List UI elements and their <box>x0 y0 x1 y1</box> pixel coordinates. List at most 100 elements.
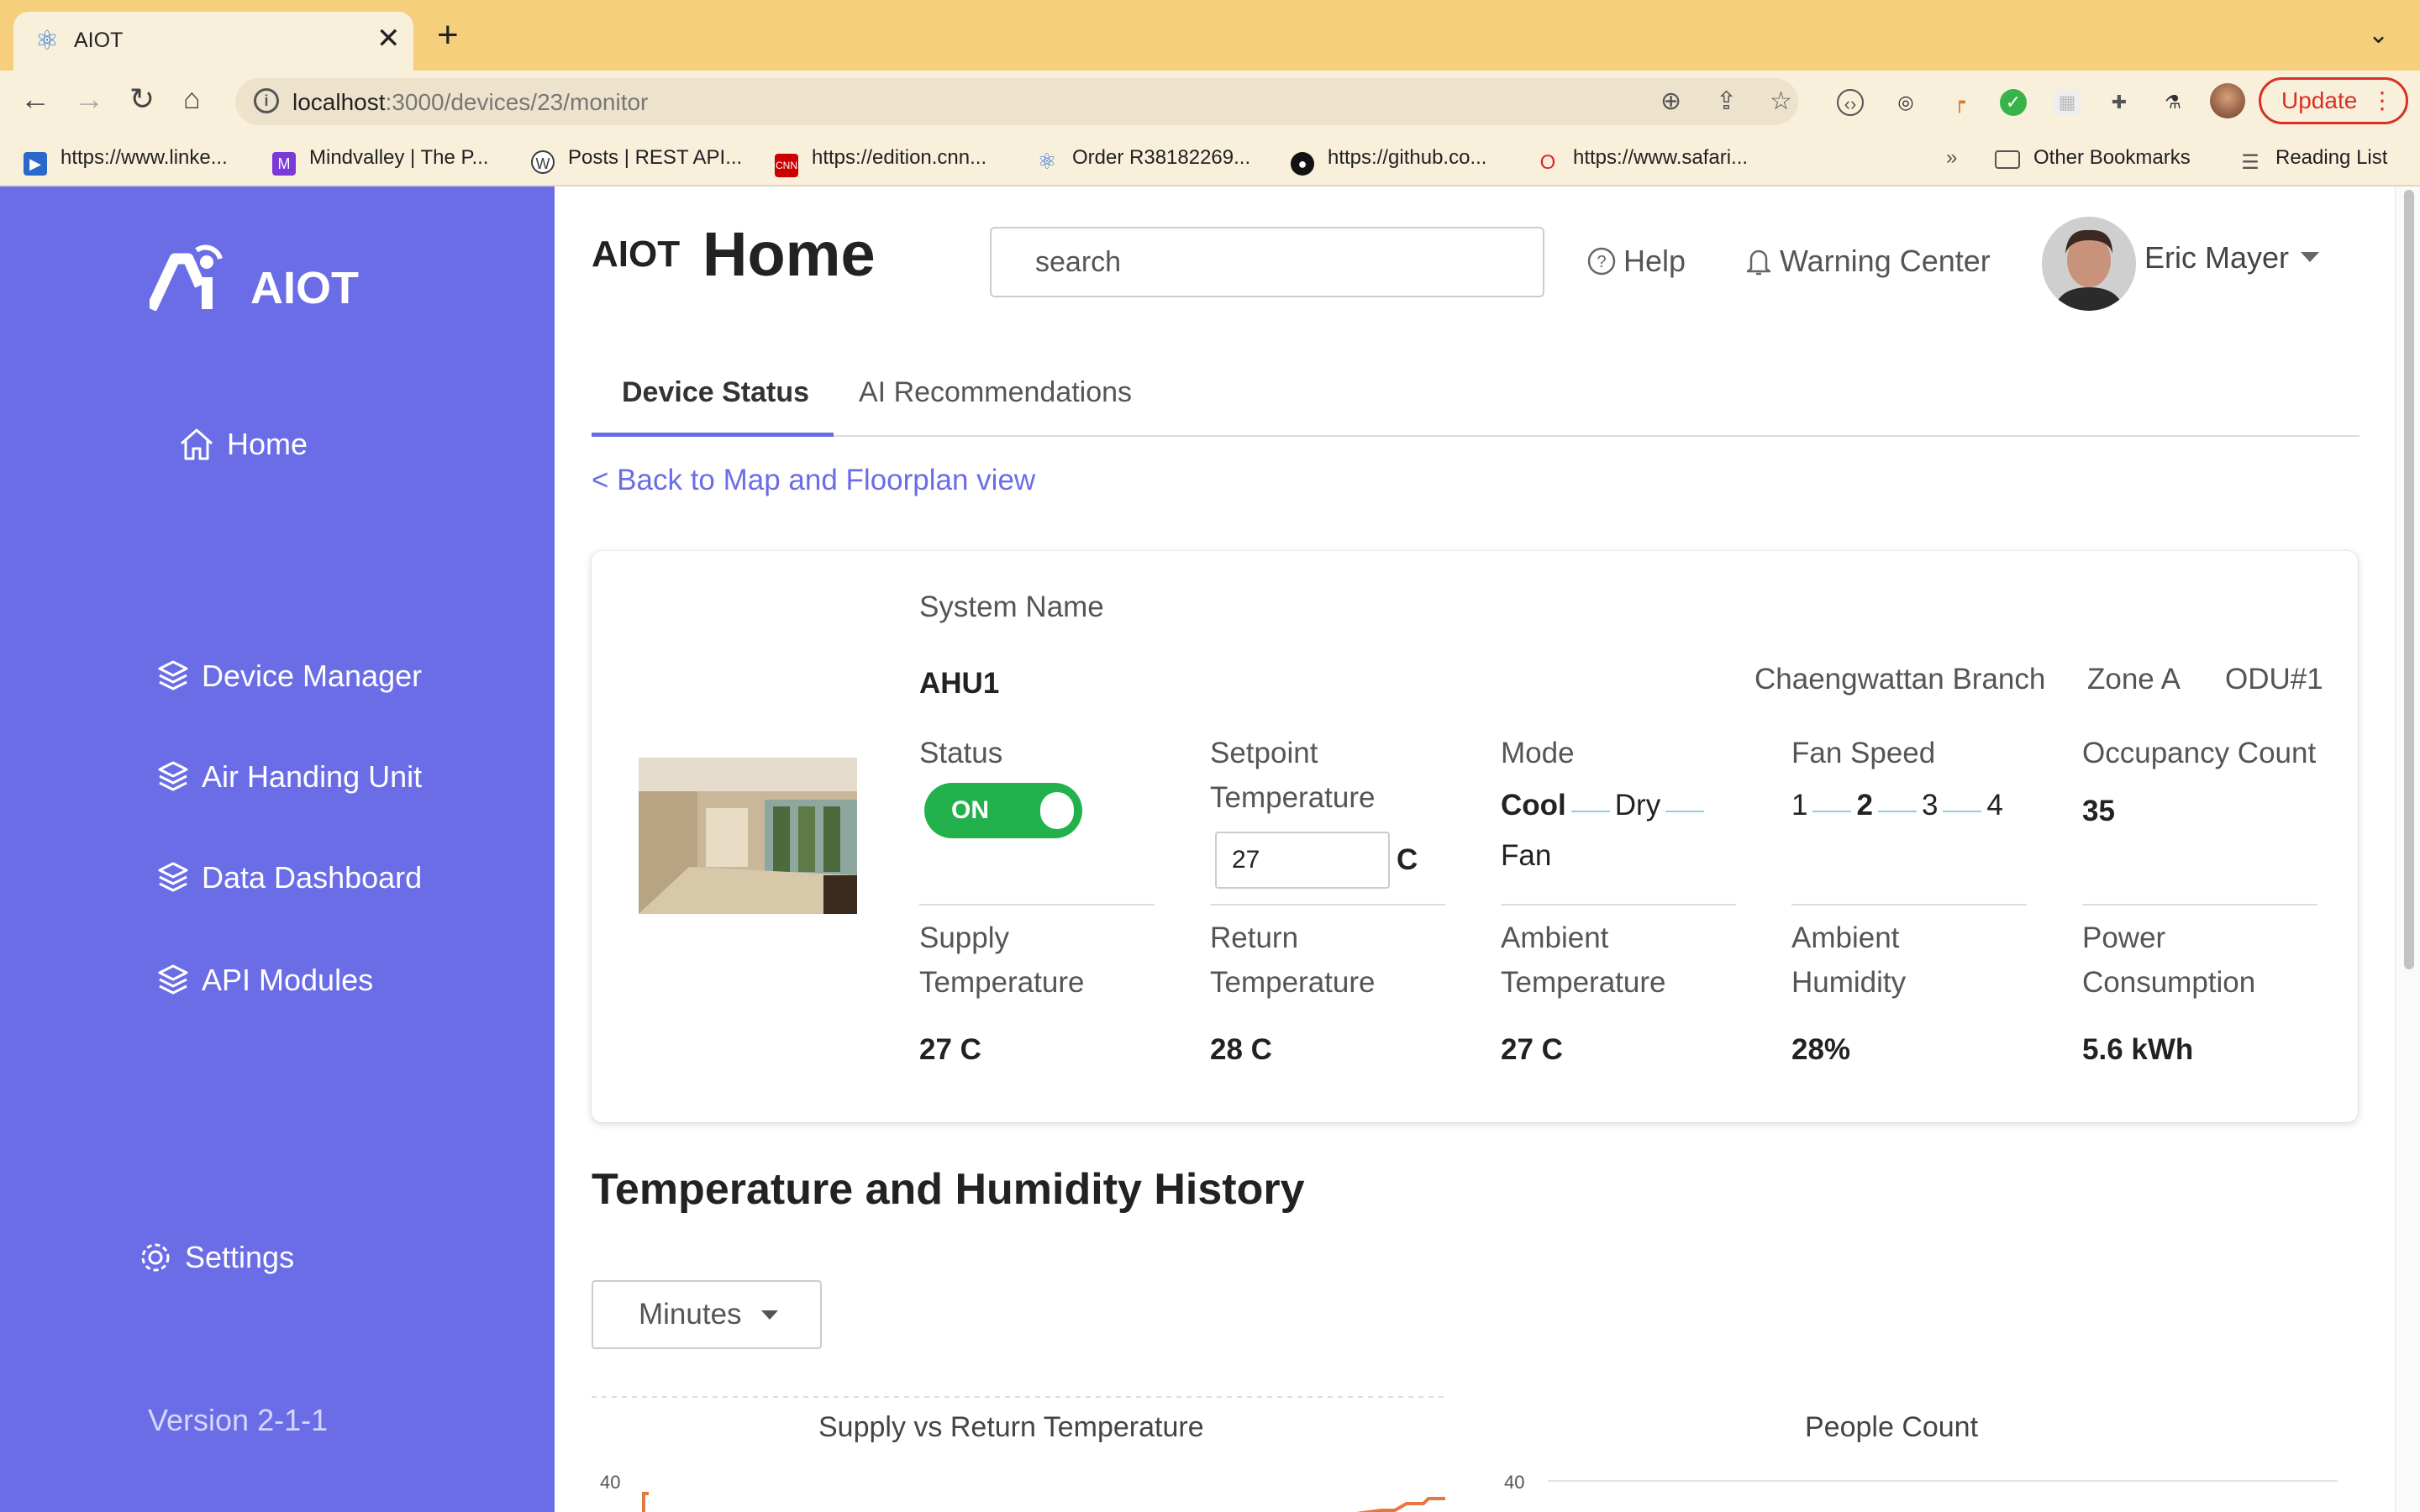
ambient-temp-label: Ambient Temperature <box>1501 921 1666 999</box>
extension-flask-icon[interactable]: ⚗ <box>2160 89 2186 116</box>
extension-sync-icon[interactable]: ◎ <box>1892 89 1919 116</box>
new-tab-icon[interactable]: + <box>437 17 459 54</box>
help-link[interactable]: ? Help <box>1586 244 1686 279</box>
user-dropdown-caret-icon[interactable] <box>2301 252 2319 262</box>
bookmark-label: https://edition.cnn... <box>812 146 987 169</box>
tab-device-status[interactable]: Device Status <box>622 376 809 409</box>
wordpress-icon: W <box>531 150 555 174</box>
return-temp-label: Return Temperature <box>1210 921 1376 999</box>
setpoint-unit: C <box>1397 843 1418 876</box>
share-icon[interactable]: ⇪ <box>1716 87 1737 116</box>
fan-speed-3[interactable]: 3 <box>1922 789 1938 822</box>
active-tab-indicator <box>592 433 834 437</box>
y-tick-label: 40 <box>600 1472 621 1493</box>
bookmark-2[interactable]: W Posts | REST API... <box>531 146 742 174</box>
zoom-icon[interactable]: ⊕ <box>1660 87 1681 116</box>
bookmark-label: https://www.safari... <box>1573 146 1749 169</box>
close-tab-icon[interactable]: ✕ <box>376 22 401 55</box>
bookmark-1[interactable]: M Mindvalley | The P... <box>272 146 488 176</box>
ambient-temp-value: 27 C <box>1501 1033 1563 1066</box>
bookmark-label: https://www.linke... <box>60 146 228 169</box>
fan-speed-4[interactable]: 4 <box>1986 789 2002 822</box>
return-temp-value: 28 C <box>1210 1033 1272 1066</box>
tab-search-chevron-icon[interactable]: ⌄ <box>2368 20 2389 50</box>
sidebar-item-home[interactable]: Home <box>178 427 308 462</box>
fan-connector <box>1877 810 1917 812</box>
other-bookmarks[interactable]: Other Bookmarks <box>1995 146 2191 170</box>
extensions-puzzle-icon[interactable]: ✚ <box>2106 89 2133 116</box>
folder-icon <box>1995 150 2020 169</box>
page-scrollbar[interactable] <box>2395 186 2420 1512</box>
mode-selector: Cool Dry Fan <box>1501 783 1753 884</box>
extension-grid-icon[interactable]: ▦ <box>2054 89 2081 116</box>
bookmark-label: https://github.co... <box>1328 146 1487 169</box>
branch-label: Chaengwattan Branch <box>1754 663 2046 696</box>
browser-tab[interactable]: ⚛ AIOT ✕ <box>13 12 413 71</box>
sidebar-item-device-manager[interactable]: Device Manager <box>156 659 422 694</box>
system-name-label: System Name <box>919 591 1104 623</box>
bookmark-star-icon[interactable]: ☆ <box>1770 87 1792 116</box>
safari-icon: O <box>1539 151 1556 174</box>
layers-icon <box>158 761 188 791</box>
bookmark-label: Posts | REST API... <box>568 146 743 169</box>
chart-title: People Count <box>1805 1411 1979 1443</box>
profile-avatar[interactable] <box>2210 83 2245 118</box>
status-toggle[interactable]: ON <box>924 783 1082 838</box>
update-button[interactable]: Update ⋮ <box>2259 77 2408 124</box>
range-dropdown[interactable]: Minutes <box>592 1280 822 1349</box>
sidebar-item-label: Home <box>227 427 308 461</box>
browser-tab-title: AIOT <box>74 29 124 52</box>
forward-arrow-icon[interactable]: → <box>74 82 104 116</box>
back-arrow-icon[interactable]: ← <box>20 82 50 116</box>
tab-ai-recommendations[interactable]: AI Recommendations <box>859 376 1132 409</box>
main-content: AIOT Home ? Help Warning Center Eric May… <box>555 186 2395 1512</box>
address-bar[interactable]: i localhost:3000/devices/23/monitor ⊕ ⇪ … <box>235 78 1798 125</box>
gear-icon <box>141 1243 170 1272</box>
bookmark-6[interactable]: Ohttps://www.safari... <box>1536 146 1748 175</box>
bookmark-5[interactable]: ● https://github.co... <box>1291 146 1486 176</box>
mode-option-dry[interactable]: Dry <box>1615 789 1660 822</box>
occupancy-label: Occupancy Count <box>2082 737 2317 769</box>
bookmark-0[interactable]: ▶ https://www.linke... <box>24 146 228 176</box>
extension-bracket-icon[interactable]: ┍ <box>1946 89 1973 116</box>
sidebar-item-data-dashboard[interactable]: Data Dashboard <box>156 860 422 895</box>
sidebar-item-label: Device Manager <box>202 659 423 693</box>
scrollbar-thumb[interactable] <box>2404 190 2414 969</box>
sidebar: AIOT Home Device Manager Air Handing Uni… <box>0 186 555 1512</box>
status-toggle-label: ON <box>951 796 989 824</box>
history-title: Temperature and Humidity History <box>592 1165 1305 1214</box>
warning-center-link[interactable]: Warning Center <box>1744 244 1991 279</box>
fan-connector <box>1812 810 1852 812</box>
aiot-logo-icon <box>150 244 223 311</box>
search-input[interactable] <box>990 227 1544 297</box>
bookmarks-overflow-icon[interactable]: » <box>1946 146 1957 170</box>
user-avatar[interactable] <box>2042 217 2136 311</box>
sidebar-item-api-modules[interactable]: API Modules <box>156 963 373 998</box>
mode-option-cool[interactable]: Cool <box>1501 789 1566 822</box>
extension-code-icon[interactable]: ‹› <box>1837 89 1864 116</box>
sidebar-item-settings[interactable]: Settings <box>138 1240 294 1275</box>
range-dropdown-label: Minutes <box>639 1298 742 1331</box>
device-card: System Name AHU1 Chaengwattan Branch Zon… <box>592 551 2358 1122</box>
bookmark-3[interactable]: CNN https://edition.cnn... <box>775 146 986 177</box>
extension-check-icon[interactable]: ✓ <box>2000 89 2027 116</box>
cnn-icon: CNN <box>775 154 798 177</box>
home-icon[interactable]: ⌂ <box>183 82 201 116</box>
reading-list[interactable]: ☰ Reading List <box>2238 146 2387 175</box>
reload-icon[interactable]: ↻ <box>129 82 155 116</box>
device-photo <box>639 758 857 914</box>
fan-speed-1[interactable]: 1 <box>1791 789 1807 822</box>
bookmarks-bar: ▶ https://www.linke... M Mindvalley | The … <box>0 131 2420 186</box>
mode-option-fan[interactable]: Fan <box>1501 839 1551 872</box>
site-info-icon[interactable]: i <box>254 88 279 113</box>
user-name[interactable]: Eric Mayer <box>2144 240 2289 276</box>
fan-speed-2[interactable]: 2 <box>1856 789 1872 822</box>
sidebar-item-air-handing-unit[interactable]: Air Handing Unit <box>156 759 422 795</box>
other-bookmarks-label: Other Bookmarks <box>2033 146 2191 169</box>
back-to-map-link[interactable]: < Back to Map and Floorplan view <box>592 464 1035 497</box>
github-icon: ● <box>1291 152 1314 176</box>
setpoint-input[interactable] <box>1215 832 1390 889</box>
bookmark-4[interactable]: ⚛ Order R38182269... <box>1035 146 1250 173</box>
warning-center-label: Warning Center <box>1780 244 1991 278</box>
ambient-humidity-label: Ambient Humidity <box>1791 921 1907 999</box>
